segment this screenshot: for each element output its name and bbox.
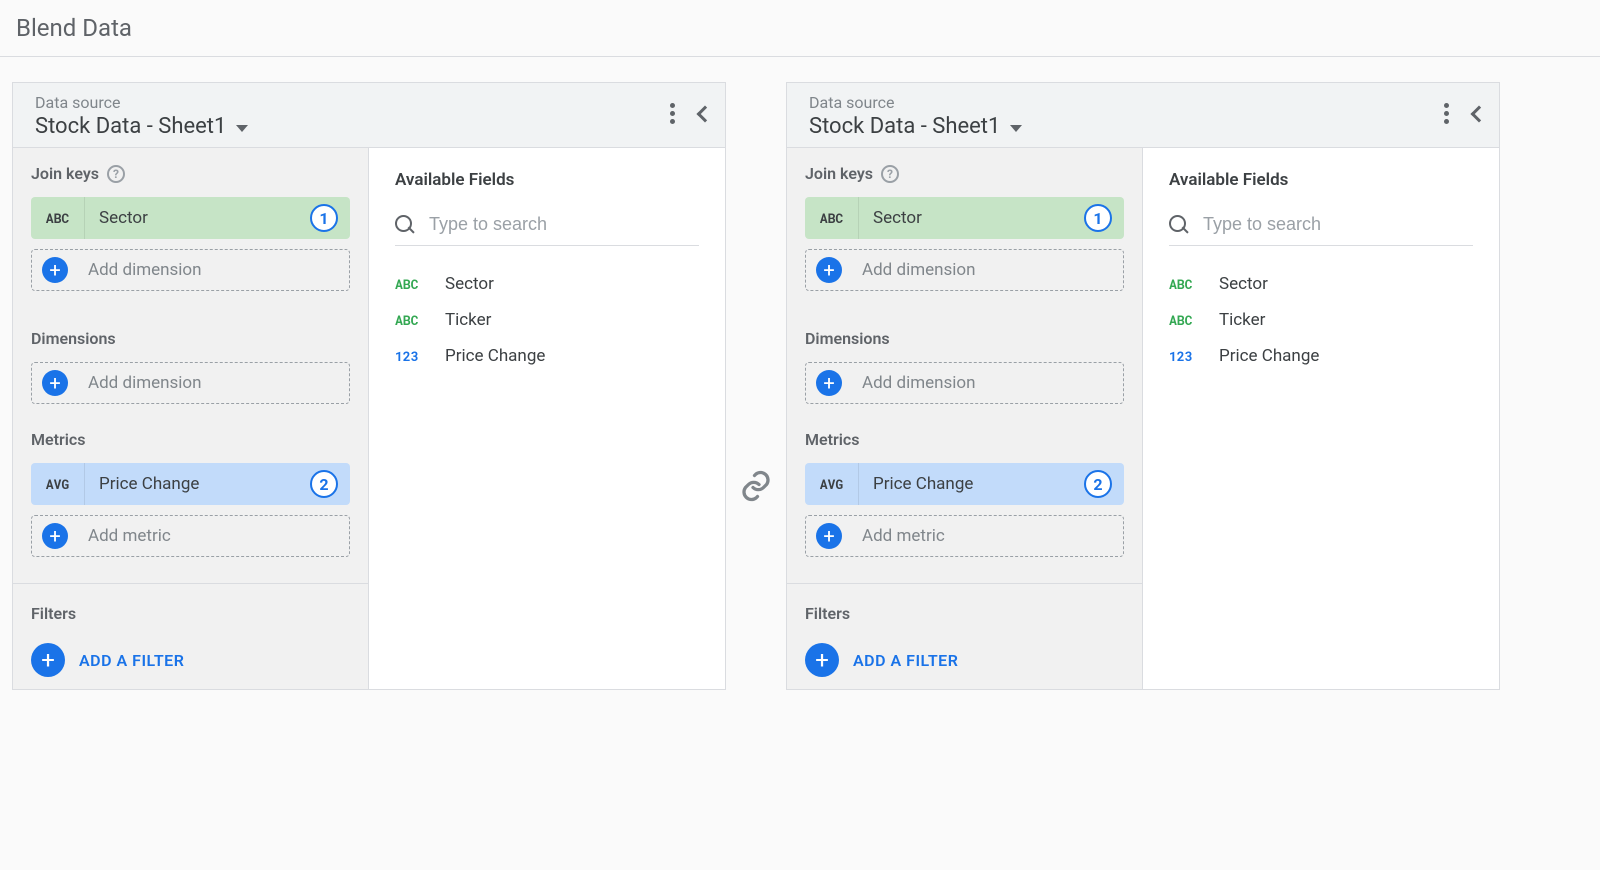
field-name: Ticker (1219, 310, 1265, 330)
data-source-panel: Data source Stock Data - Sheet1 J (786, 82, 1500, 690)
field-name: Price Change (1219, 346, 1319, 366)
add-dimension-button[interactable]: + Add dimension (805, 362, 1124, 404)
add-dimension-button[interactable]: + Add dimension (31, 362, 350, 404)
field-type-abc: ABC (31, 197, 85, 239)
filters-heading: Filters (31, 604, 350, 623)
field-name: Sector (1219, 274, 1268, 294)
metric-name: Price Change (859, 474, 1084, 494)
join-link-icon (738, 468, 774, 504)
caret-down-icon (236, 125, 248, 132)
kebab-icon (670, 103, 675, 124)
panel-header: Data source Stock Data - Sheet1 (13, 83, 725, 148)
data-source-selector[interactable]: Stock Data - Sheet1 (809, 114, 1022, 139)
available-field[interactable]: 123 Price Change (395, 338, 699, 374)
caret-down-icon (1010, 125, 1022, 132)
field-type-abc-icon: ABC (395, 275, 427, 293)
field-type-abc-icon: ABC (1169, 275, 1201, 293)
add-join-dimension-button[interactable]: + Add dimension (31, 249, 350, 291)
collapse-button[interactable] (699, 108, 711, 120)
plus-icon: + (816, 370, 842, 396)
field-type-abc-icon: ABC (1169, 311, 1201, 329)
available-fields-heading: Available Fields (1169, 170, 1473, 190)
add-filter-button[interactable]: + ADD A FILTER (31, 637, 350, 677)
data-source-name: Stock Data - Sheet1 (35, 114, 226, 139)
available-field[interactable]: ABC Ticker (1169, 302, 1473, 338)
add-filter-button[interactable]: + ADD A FILTER (805, 637, 1124, 677)
metric-chip[interactable]: AVG Price Change 2 (805, 463, 1124, 505)
add-metric-button[interactable]: + Add metric (31, 515, 350, 557)
callout-badge: 1 (310, 204, 338, 232)
available-field[interactable]: 123 Price Change (1169, 338, 1473, 374)
collapse-button[interactable] (1473, 108, 1485, 120)
data-source-label: Data source (809, 93, 1022, 112)
aggregation-label: AVG (805, 463, 859, 505)
field-type-number-icon: 123 (1169, 347, 1201, 365)
available-field[interactable]: ABC Ticker (395, 302, 699, 338)
more-menu-button[interactable] (1444, 103, 1449, 124)
search-input[interactable] (1203, 214, 1473, 235)
join-key-chip[interactable]: ABC Sector 1 (31, 197, 350, 239)
metrics-heading: Metrics (31, 430, 350, 449)
field-type-abc: ABC (805, 197, 859, 239)
more-menu-button[interactable] (670, 103, 675, 124)
aggregation-label: AVG (31, 463, 85, 505)
plus-icon: + (42, 370, 68, 396)
dimensions-heading: Dimensions (805, 329, 1124, 348)
metrics-heading: Metrics (805, 430, 1124, 449)
join-key-chip[interactable]: ABC Sector 1 (805, 197, 1124, 239)
kebab-icon (1444, 103, 1449, 124)
callout-badge: 2 (310, 470, 338, 498)
add-metric-button[interactable]: + Add metric (805, 515, 1124, 557)
field-name: Ticker (445, 310, 491, 330)
add-join-dimension-button[interactable]: + Add dimension (805, 249, 1124, 291)
data-source-panel: Data source Stock Data - Sheet1 J (12, 82, 726, 690)
workspace: Data source Stock Data - Sheet1 J (0, 57, 1600, 690)
search-icon (395, 215, 415, 235)
search-input[interactable] (429, 214, 699, 235)
data-source-name: Stock Data - Sheet1 (809, 114, 1000, 139)
metric-chip[interactable]: AVG Price Change 2 (31, 463, 350, 505)
plus-icon: + (805, 643, 839, 677)
filters-heading: Filters (805, 604, 1124, 623)
panel-header: Data source Stock Data - Sheet1 (787, 83, 1499, 148)
available-field[interactable]: ABC Sector (395, 266, 699, 302)
plus-icon: + (31, 643, 65, 677)
available-field[interactable]: ABC Sector (1169, 266, 1473, 302)
plus-icon: + (816, 257, 842, 283)
page-title: Blend Data (0, 0, 1600, 57)
field-name: Price Change (445, 346, 545, 366)
data-source-selector[interactable]: Stock Data - Sheet1 (35, 114, 248, 139)
callout-badge: 2 (1084, 470, 1112, 498)
help-icon[interactable]: ? (107, 165, 125, 183)
join-keys-heading: Join keys ? (31, 164, 350, 183)
chevron-left-icon (1471, 105, 1488, 122)
available-fields-heading: Available Fields (395, 170, 699, 190)
data-source-label: Data source (35, 93, 248, 112)
callout-badge: 1 (1084, 204, 1112, 232)
chevron-left-icon (697, 105, 714, 122)
plus-icon: + (816, 523, 842, 549)
field-name: Sector (445, 274, 494, 294)
field-type-abc-icon: ABC (395, 311, 427, 329)
metric-name: Price Change (85, 474, 310, 494)
dimensions-heading: Dimensions (31, 329, 350, 348)
plus-icon: + (42, 257, 68, 283)
join-key-name: Sector (859, 208, 1084, 228)
search-icon (1169, 215, 1189, 235)
field-type-number-icon: 123 (395, 347, 427, 365)
help-icon[interactable]: ? (881, 165, 899, 183)
join-keys-heading: Join keys ? (805, 164, 1124, 183)
plus-icon: + (42, 523, 68, 549)
join-key-name: Sector (85, 208, 310, 228)
